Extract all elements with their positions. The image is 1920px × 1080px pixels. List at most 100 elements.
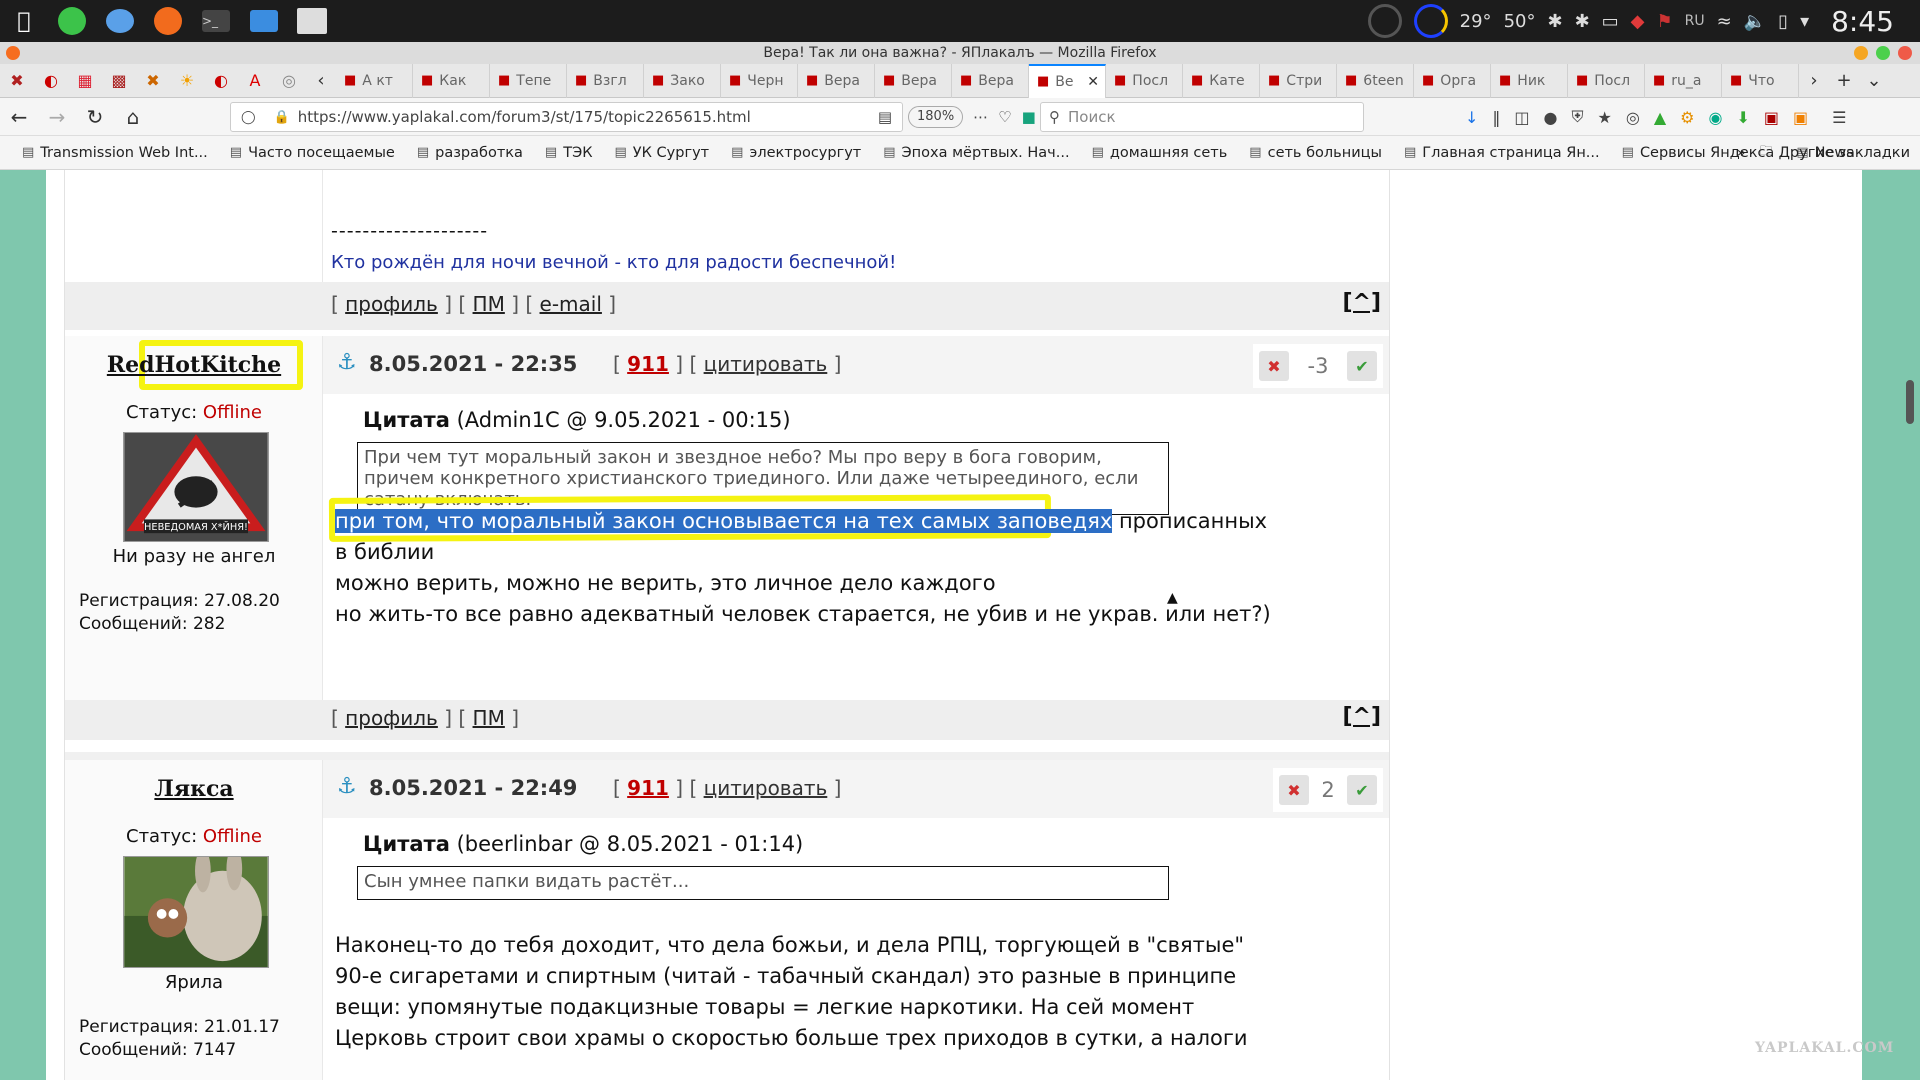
tab-4[interactable]: ■ Зако [644,63,721,98]
tabs-scroll-left-icon[interactable]: ‹ [306,70,336,91]
tab-8[interactable]: ■ Вера [952,63,1029,98]
search-input[interactable]: ⚲ Поиск [1040,102,1364,132]
thumbs-down-icon[interactable]: ✖ [1259,351,1289,381]
bookmark-item[interactable]: ▤ Эпоха мёртвых. Нач... [883,145,1069,161]
pinned-tab-c-icon[interactable]: ◐ [34,64,68,98]
back-button[interactable]: ← [0,105,38,129]
close-window-button[interactable] [1898,46,1912,60]
maximize-button[interactable] [1876,46,1890,60]
keyboard-layout[interactable]: RU [1685,13,1705,29]
post-number-link[interactable]: 911 [627,776,669,800]
tab-5[interactable]: ■ Черн [721,63,798,98]
anchor-icon[interactable]: ⚓ [337,350,357,375]
minimize-button[interactable] [1854,46,1868,60]
thumbs-up-icon[interactable]: ✔ [1346,351,1377,381]
pinned-tab-c2-icon[interactable]: ◐ [204,64,238,98]
wifi-icon[interactable]: ≈ [1717,11,1732,32]
reload-button[interactable]: ↻ [76,105,114,129]
tabs-scroll-right-icon[interactable]: › [1799,70,1829,91]
flag-us-icon[interactable]: ⚑ [1657,11,1673,32]
pinned-tab-sun-icon[interactable]: ☀ [170,64,204,98]
addon-1-icon[interactable]: ● [1544,108,1558,127]
post-username[interactable]: RedHotKitche [65,352,323,378]
sidebar-icon[interactable]: ◫ [1514,108,1529,127]
screenshot-app-icon[interactable] [296,6,328,36]
url-text[interactable]: https://www.yaplakal.com/forum3/st/175/t… [298,108,878,126]
home-button[interactable]: ⌂ [114,105,152,129]
green-app-icon[interactable] [56,6,88,36]
files-icon[interactable] [248,6,280,36]
addon-shield-icon[interactable]: ⛨ [1572,107,1584,127]
tray-menu-icon[interactable]: ▾ [1800,11,1809,32]
lock-icon[interactable]: 🔒 [274,110,290,125]
tab-3[interactable]: ■ Взгл [567,63,644,98]
clock[interactable]: 8:45 [1831,5,1894,38]
email-link[interactable]: e-mail [540,292,602,316]
extension-icon[interactable]: ■ [1022,108,1036,126]
tab-6[interactable]: ■ Вера [798,63,875,98]
tab-10[interactable]: ■ Посл [1106,63,1183,98]
menu-icon[interactable]: ☰ [1832,108,1846,127]
tab-13[interactable]: ■ 6teen [1337,63,1414,98]
vpn-icon[interactable]: ◆ [1631,11,1645,32]
tracking-protection-icon[interactable]: ◯ [241,110,256,125]
bookmark-item[interactable]: ▤ Transmission Web Int... [22,145,208,161]
pinned-tab-x-icon[interactable]: ✖ [0,64,34,98]
url-bar[interactable]: ◯ 🔒 https://www.yaplakal.com/forum3/st/1… [230,102,903,132]
bookmark-item[interactable]: ▤ Часто посещаемые [230,145,395,161]
bluetooth-icon[interactable]: ✱ [1547,11,1562,32]
tab-18[interactable]: ■ Что [1722,63,1799,98]
apple-menu-icon[interactable]:  [8,6,40,36]
bookmark-item[interactable]: ▤ Главная страница Ян... [1404,145,1600,161]
addon-2-icon[interactable]: ★ [1598,108,1612,127]
thumbs-up-icon[interactable]: ✔ [1347,775,1377,805]
bookmark-item[interactable]: ▤ разработка [417,145,523,161]
firefox-icon[interactable] [152,6,184,36]
profile-link[interactable]: профиль [345,706,438,730]
bookmark-item[interactable]: ▤ домашняя сеть [1092,145,1228,161]
bluetooth-2-icon[interactable]: ✱ [1575,11,1590,32]
library-icon[interactable]: ‖ [1492,108,1500,127]
addon-6-icon[interactable]: ▣ [1764,108,1779,127]
pocket-icon[interactable]: ♡ [998,108,1011,126]
thumbs-down-icon[interactable]: ✖ [1279,775,1309,805]
volume-icon[interactable]: 🔈 [1744,11,1766,32]
anchor-icon[interactable]: ⚓ [337,774,357,799]
tab-11[interactable]: ■ Кате [1183,63,1260,98]
clipboard-icon[interactable]: ▯ [1778,11,1788,32]
page-scrollbar[interactable] [1906,380,1914,424]
reader-mode-icon[interactable]: ▤ [878,108,892,126]
addon-globe-icon[interactable]: ◎ [1626,108,1640,127]
tab-list-icon[interactable]: ⌄ [1859,70,1889,91]
tab-7[interactable]: ■ Вера [875,63,952,98]
chat-app-icon[interactable] [104,6,136,36]
page-actions-icon[interactable]: ⋯ [973,108,988,126]
profile-link[interactable]: профиль [345,292,438,316]
quote-link[interactable]: цитировать [704,776,828,800]
tab-14[interactable]: ■ Орга [1414,63,1491,98]
tab-12[interactable]: ■ Стри [1260,63,1337,98]
pinned-tab-gift-icon[interactable]: ▦ [68,64,102,98]
forward-button[interactable]: → [38,105,76,129]
other-bookmarks[interactable]: 🗀 Другие закладки [1760,142,1910,164]
terminal-icon[interactable]: >_ [200,6,232,36]
tab-0[interactable]: ■ А кт [336,63,413,98]
tab-17[interactable]: ■ ru_a [1645,63,1722,98]
pinned-tab-a-icon[interactable]: A [238,64,272,98]
bookmark-item[interactable]: ▤ сеть больницы [1249,145,1382,161]
scroll-top-link[interactable]: [^] [1342,290,1381,315]
pm-link[interactable]: ПМ [473,706,505,730]
user-avatar[interactable]: НЕВЕДОМАЯ Х*ЙНЯ! [123,432,269,542]
bookmark-item[interactable]: ▤ электросургут [731,145,861,161]
addon-7-icon[interactable]: ▣ [1793,108,1808,127]
post-number-link[interactable]: 911 [627,352,669,376]
tab-9[interactable]: ■ Ве ✕ [1029,63,1106,98]
user-avatar[interactable] [123,856,269,968]
bookmark-item[interactable]: ▤ ТЭК [545,145,593,161]
tab-1[interactable]: ■ Как [413,63,490,98]
pinned-tab-x2-icon[interactable]: ✖ [136,64,170,98]
pinned-tab-globe-icon[interactable]: ◎ [272,64,306,98]
bookmarks-overflow-icon[interactable]: » [1737,145,1746,161]
bookmark-item[interactable]: ▤ УК Сургут [615,145,710,161]
downloads-icon[interactable]: ↓ [1465,108,1478,127]
